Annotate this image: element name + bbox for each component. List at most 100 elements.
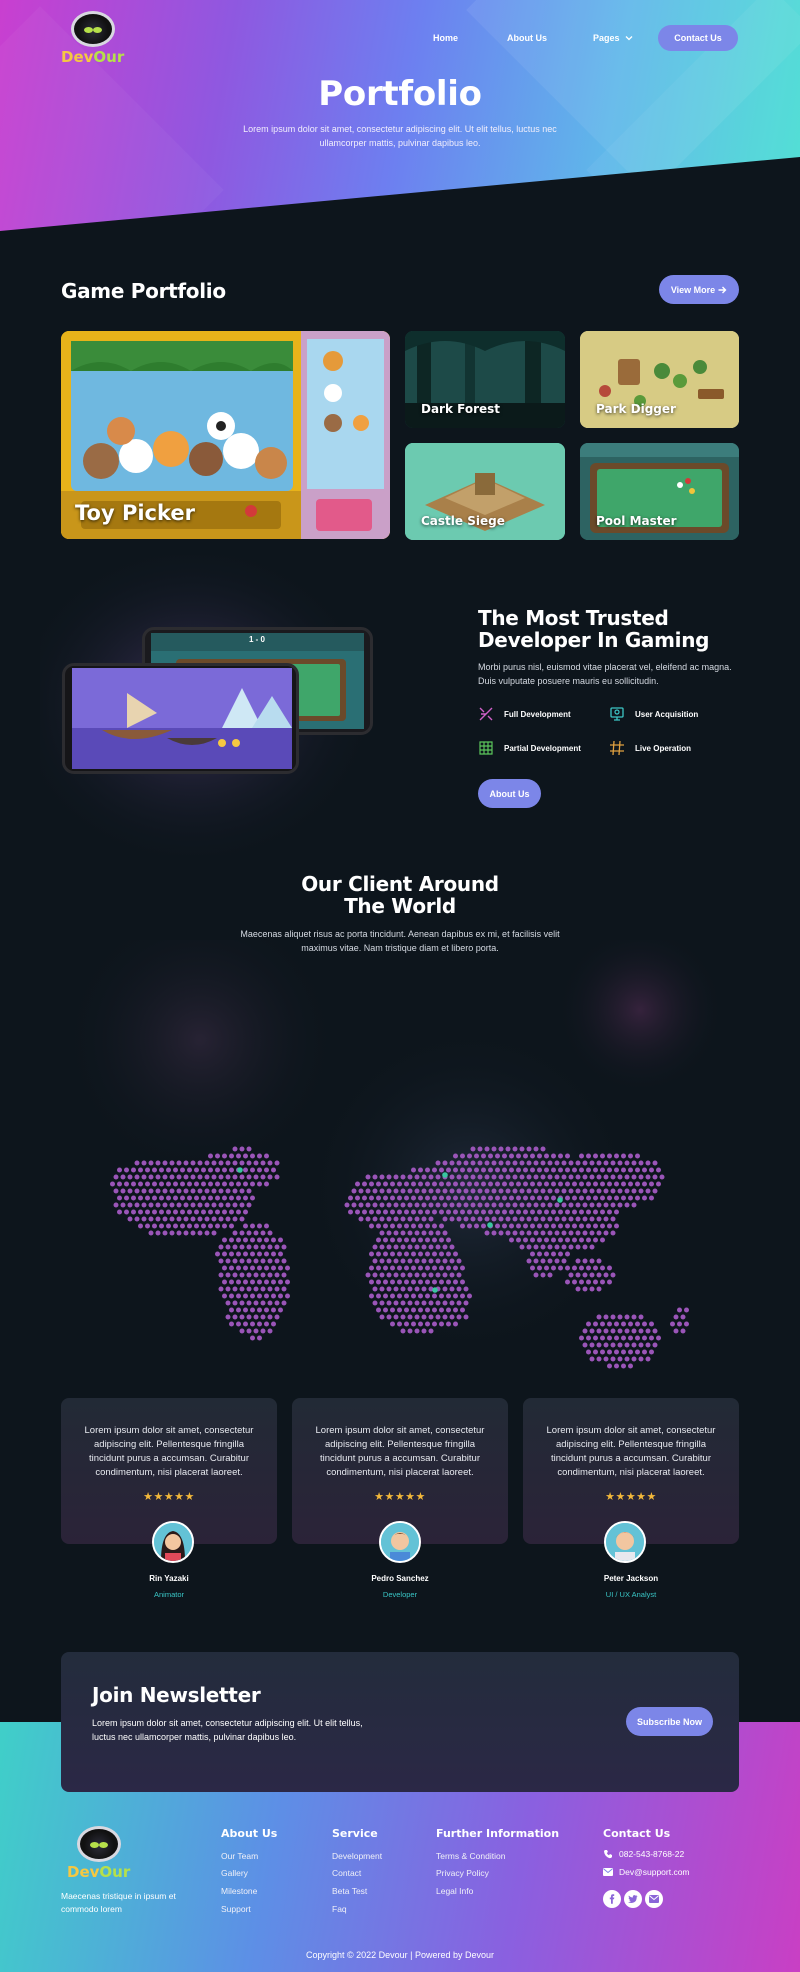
map-dot — [523, 1223, 528, 1229]
map-dot — [229, 1181, 234, 1187]
nav-home[interactable]: Home — [433, 33, 458, 43]
map-dot — [586, 1181, 591, 1187]
map-dot — [232, 1300, 238, 1306]
footer-service-title: Service — [332, 1827, 378, 1840]
map-dot — [225, 1244, 231, 1250]
nav-pages[interactable]: Pages — [593, 33, 633, 43]
map-dot — [467, 1195, 472, 1201]
map-dot — [530, 1167, 535, 1173]
map-dot — [635, 1349, 640, 1355]
map-dot — [376, 1181, 381, 1187]
map-dot — [145, 1167, 150, 1173]
map-dot — [523, 1195, 528, 1201]
map-dot — [278, 1307, 283, 1313]
map-dot — [127, 1188, 133, 1194]
map-dot — [439, 1307, 444, 1313]
map-dot — [253, 1174, 259, 1180]
footer-link-milestone[interactable]: Milestone — [221, 1886, 257, 1896]
mail-social-icon[interactable] — [645, 1890, 663, 1908]
site-logo[interactable]: DevOur — [61, 11, 124, 66]
subscribe-button[interactable]: Subscribe Now — [626, 1707, 713, 1736]
map-dot — [638, 1160, 644, 1166]
footer-link-privacy[interactable]: Privacy Policy — [436, 1868, 489, 1878]
view-more-button[interactable]: View More — [659, 275, 739, 304]
game-card-toy-picker[interactable]: Toy Picker — [61, 331, 390, 539]
map-dot — [558, 1251, 563, 1257]
map-dot — [470, 1188, 476, 1194]
map-dot — [393, 1244, 399, 1250]
map-dot — [124, 1195, 129, 1201]
map-dot — [502, 1181, 507, 1187]
map-dot — [257, 1335, 262, 1341]
map-dot — [435, 1160, 441, 1166]
map-dot — [236, 1195, 241, 1201]
map-dot — [432, 1167, 437, 1173]
map-dot — [187, 1195, 192, 1201]
map-dot — [544, 1265, 549, 1271]
footer-link-gallery[interactable]: Gallery — [221, 1868, 248, 1878]
map-dot — [491, 1202, 497, 1208]
game-card-dark-forest[interactable]: Dark Forest — [405, 331, 565, 428]
facebook-icon[interactable] — [603, 1890, 621, 1908]
map-dot — [421, 1300, 427, 1306]
footer-link-support[interactable]: Support — [221, 1904, 251, 1914]
map-dot — [670, 1321, 675, 1327]
footer-link-development[interactable]: Development — [332, 1851, 382, 1861]
map-dot — [348, 1209, 353, 1215]
map-dot — [278, 1251, 283, 1257]
map-dot — [372, 1188, 378, 1194]
twitter-icon[interactable] — [624, 1890, 642, 1908]
footer-link-legal[interactable]: Legal Info — [436, 1886, 473, 1896]
map-dot — [533, 1174, 539, 1180]
map-dot — [610, 1216, 616, 1222]
map-dot — [229, 1307, 234, 1313]
map-dot — [246, 1272, 252, 1278]
footer-link-faq[interactable]: Faq — [332, 1904, 347, 1914]
map-dot — [397, 1307, 402, 1313]
game-card-castle-siege[interactable]: Castle Siege — [405, 443, 565, 540]
map-dot — [239, 1146, 245, 1152]
map-dot — [264, 1265, 269, 1271]
map-dot — [603, 1328, 609, 1334]
footer-phone[interactable]: 082-543-8768-22 — [603, 1849, 684, 1859]
map-dot — [253, 1160, 259, 1166]
map-dot — [460, 1195, 465, 1201]
footer-logo[interactable]: DevOur — [67, 1826, 130, 1881]
footer-link-beta-test[interactable]: Beta Test — [332, 1886, 367, 1896]
map-dot — [180, 1167, 185, 1173]
map-dot — [579, 1335, 584, 1341]
map-dot — [404, 1321, 409, 1327]
map-dot — [386, 1244, 392, 1250]
footer-email[interactable]: Dev@support.com — [603, 1867, 690, 1877]
map-dot — [530, 1251, 535, 1257]
map-dot — [281, 1300, 287, 1306]
map-dot — [428, 1314, 434, 1320]
map-dot — [176, 1216, 182, 1222]
map-dot — [201, 1167, 206, 1173]
map-dot — [610, 1230, 616, 1236]
email-address: Dev@support.com — [619, 1867, 690, 1877]
footer-link-terms[interactable]: Terms & Condition — [436, 1851, 505, 1861]
map-dot — [393, 1286, 399, 1292]
game-card-pool-master[interactable]: Pool Master — [580, 443, 739, 540]
map-dot — [519, 1174, 525, 1180]
map-dot — [383, 1265, 388, 1271]
map-dot — [446, 1321, 451, 1327]
map-dot — [600, 1153, 605, 1159]
map-dot — [232, 1146, 238, 1152]
map-dot — [540, 1272, 546, 1278]
nav-about-us[interactable]: About Us — [507, 33, 547, 43]
contact-us-button[interactable]: Contact Us — [658, 25, 738, 51]
game-card-park-digger[interactable]: Park Digger — [580, 331, 739, 428]
newsletter-title: Join Newsletter — [92, 1683, 261, 1707]
footer-link-our-team[interactable]: Our Team — [221, 1851, 258, 1861]
map-dot — [127, 1216, 133, 1222]
map-dot — [271, 1265, 276, 1271]
footer-link-contact[interactable]: Contact — [332, 1868, 361, 1878]
map-dot — [232, 1160, 238, 1166]
about-us-button[interactable]: About Us — [478, 779, 541, 808]
map-dot — [414, 1300, 420, 1306]
map-dot — [267, 1230, 273, 1236]
map-dot — [645, 1188, 651, 1194]
logo-text: DevOur — [67, 1863, 131, 1881]
